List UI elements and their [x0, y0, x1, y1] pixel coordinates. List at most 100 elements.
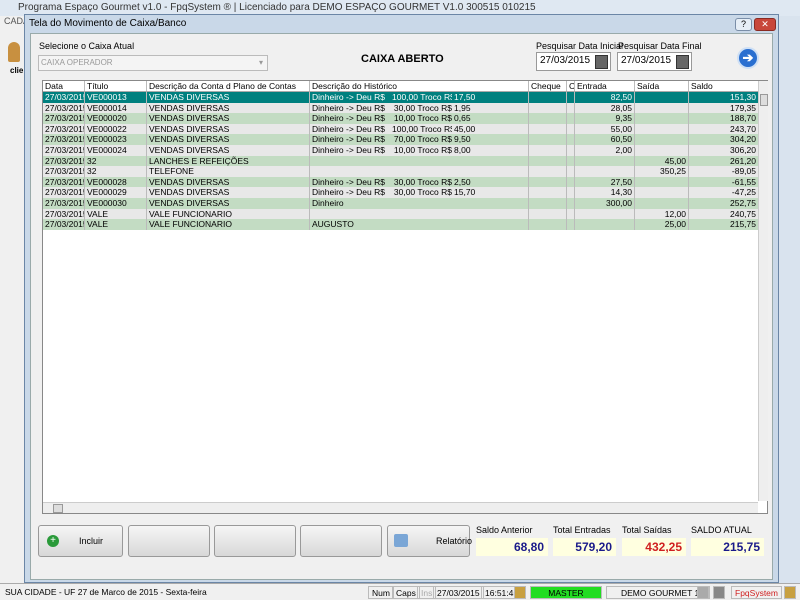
date-end-field[interactable]: 27/03/2015 — [617, 52, 692, 71]
cell-entrada: 14,30 — [575, 187, 635, 198]
relatorio-label: Relatório — [436, 536, 473, 546]
date-start-field[interactable]: 27/03/2015 — [536, 52, 611, 71]
column-header[interactable]: C — [567, 81, 575, 91]
column-header[interactable]: Saldo — [689, 81, 759, 91]
cell-c — [567, 92, 575, 103]
cell-c — [567, 134, 575, 145]
blank-button-3[interactable] — [300, 525, 382, 557]
cell-saida — [635, 198, 689, 209]
cell-hist: Dinheiro -> Deu R$ — [312, 113, 385, 124]
cell-hist: Dinheiro -> Deu R$ — [312, 92, 385, 102]
cell-c — [567, 198, 575, 209]
cell-conta: VENDAS DIVERSAS — [147, 198, 310, 209]
cell-saida — [635, 113, 689, 124]
cell-conta: VENDAS DIVERSAS — [147, 187, 310, 198]
date-end-value: 27/03/2015 — [621, 55, 672, 66]
cashier-select[interactable]: CAIXA OPERADOR ▾ — [38, 55, 268, 71]
cell-c — [567, 145, 575, 156]
table-row[interactable]: 27/03/2015 VALE VALE FUNCIONARIO 12,00 240,7… — [43, 208, 759, 220]
column-header[interactable]: Cheque — [529, 81, 567, 91]
cell-c — [567, 187, 575, 198]
cell-c — [567, 102, 575, 114]
cell-troco: 15,70 — [454, 187, 476, 198]
cell-titulo: VE000024 — [85, 145, 147, 156]
column-header[interactable]: Saída — [635, 81, 689, 91]
table-row[interactable]: 27/03/2015 VE000020 VENDAS DIVERSAS Dinheir… — [43, 113, 759, 124]
cell-saldo: 306,20 — [689, 145, 759, 156]
cell-saldo: 179,35 — [689, 102, 759, 114]
cell-c — [567, 113, 575, 124]
status-bar: SUA CIDADE - UF 27 de Marco de 2015 - Se… — [0, 583, 800, 600]
table-row[interactable]: 27/03/2015 VE000029 VENDAS DIVERSAS Dinheir… — [43, 187, 759, 198]
cell-deu: 10,00 Troco R$ — [393, 113, 452, 124]
cell-conta: VALE FUNCIONARIO — [147, 208, 310, 220]
cell-hist — [312, 156, 392, 167]
cell-troco — [452, 166, 456, 177]
cell-saldo: 304,20 — [689, 134, 759, 145]
cell-saldo: 188,70 — [689, 113, 759, 124]
cell-titulo: VE000023 — [85, 134, 147, 145]
table-row[interactable]: 27/03/2015 VE000022 VENDAS DIVERSAS Dinheir… — [43, 123, 759, 135]
cell-entrada — [575, 155, 635, 167]
client-icon[interactable] — [8, 42, 20, 62]
cell-conta: VENDAS DIVERSAS — [147, 92, 310, 103]
column-header[interactable]: Título — [85, 81, 147, 91]
vertical-scrollbar[interactable] — [758, 81, 768, 501]
cell-c — [567, 155, 575, 167]
table-row[interactable]: 27/03/2015 VE000030 VENDAS DIVERSAS Dinheir… — [43, 198, 759, 209]
cell-data: 27/03/2015 — [45, 134, 85, 145]
close-button[interactable]: ✕ — [754, 18, 776, 31]
dialog-body: Selecione o Caixa Atual CAIXA OPERADOR ▾ … — [30, 33, 773, 580]
table-row[interactable]: 27/03/2015 32 TELEFONE 350,25 -89,05 — [43, 166, 759, 177]
cell-deu: 30,00 Troco R$ — [393, 187, 452, 198]
help-button[interactable]: ? — [735, 18, 752, 31]
cell-titulo: VALE — [85, 208, 147, 220]
cell-titulo: VE000030 — [85, 198, 147, 209]
cell-deu — [392, 166, 452, 177]
column-header[interactable]: Data — [43, 81, 85, 91]
scroll-thumb[interactable] — [53, 504, 63, 513]
cell-cheque — [529, 113, 567, 124]
table-row[interactable]: 27/03/2015 VE000028 VENDAS DIVERSAS Dinheir… — [43, 176, 759, 188]
table-row[interactable]: 27/03/2015 VE000024 VENDAS DIVERSAS Dinheir… — [43, 145, 759, 156]
chevron-down-icon: ▾ — [258, 58, 263, 67]
cell-historico: Dinheiro -> Deu R$ 30,00 Troco R$ 1,95 — [310, 102, 529, 114]
date-start-value: 27/03/2015 — [540, 55, 591, 66]
column-header[interactable]: Entrada — [575, 81, 635, 91]
incluir-button[interactable]: + Incluir — [38, 525, 123, 557]
cell-data: 27/03/2015 — [45, 166, 85, 177]
table-row[interactable]: 27/03/2015 VE000023 VENDAS DIVERSAS Dinheir… — [43, 134, 759, 145]
cell-historico: Dinheiro -> Deu R$ 100,00 Troco R$ 45,00 — [310, 123, 529, 135]
search-arrow-button[interactable]: ➔ — [737, 47, 759, 69]
relatorio-button[interactable]: Relatório — [387, 525, 473, 557]
cell-saldo: 151,30 — [689, 92, 759, 103]
cell-titulo: 32 — [85, 155, 147, 167]
printer-icon[interactable] — [697, 586, 709, 599]
table-row[interactable]: 27/03/2015 32 LANCHES E REFEIÇÕES 45,00 261,… — [43, 155, 759, 167]
column-header[interactable]: Descrição da Conta d Plano de Contas — [147, 81, 310, 91]
table-row[interactable]: 27/03/2015 VE000014 VENDAS DIVERSAS Dinheir… — [43, 102, 759, 114]
scroll-thumb[interactable] — [760, 94, 768, 106]
client-label[interactable]: clie — [10, 66, 23, 75]
cell-troco — [452, 219, 456, 230]
cell-conta: VENDAS DIVERSAS — [147, 123, 310, 135]
table-row[interactable]: 27/03/2015 VE000013 VENDAS DIVERSAS Dinheir… — [43, 92, 759, 103]
blank-button-1[interactable] — [128, 525, 210, 557]
calendar-icon[interactable] — [676, 55, 689, 69]
cell-c — [567, 219, 575, 230]
cell-hist: AUGUSTO — [312, 219, 354, 230]
cell-troco — [452, 156, 456, 167]
user-icon — [514, 586, 526, 599]
cell-troco — [452, 198, 456, 209]
column-header[interactable]: Descrição do Histórico — [310, 81, 529, 91]
calendar-icon[interactable] — [595, 55, 608, 69]
table-row[interactable]: 27/03/2015 VALE VALE FUNCIONARIO AUGUSTO 25,… — [43, 219, 759, 230]
network-icon[interactable] — [713, 586, 725, 599]
cell-saldo: 252,75 — [689, 198, 759, 209]
cell-entrada: 55,00 — [575, 123, 635, 135]
cell-saldo: -61,55 — [689, 176, 759, 188]
horizontal-scrollbar[interactable] — [43, 502, 758, 513]
blank-button-2[interactable] — [214, 525, 296, 557]
cell-hist: Dinheiro -> Deu R$ — [312, 123, 385, 134]
cell-titulo: VE000014 — [85, 102, 147, 114]
